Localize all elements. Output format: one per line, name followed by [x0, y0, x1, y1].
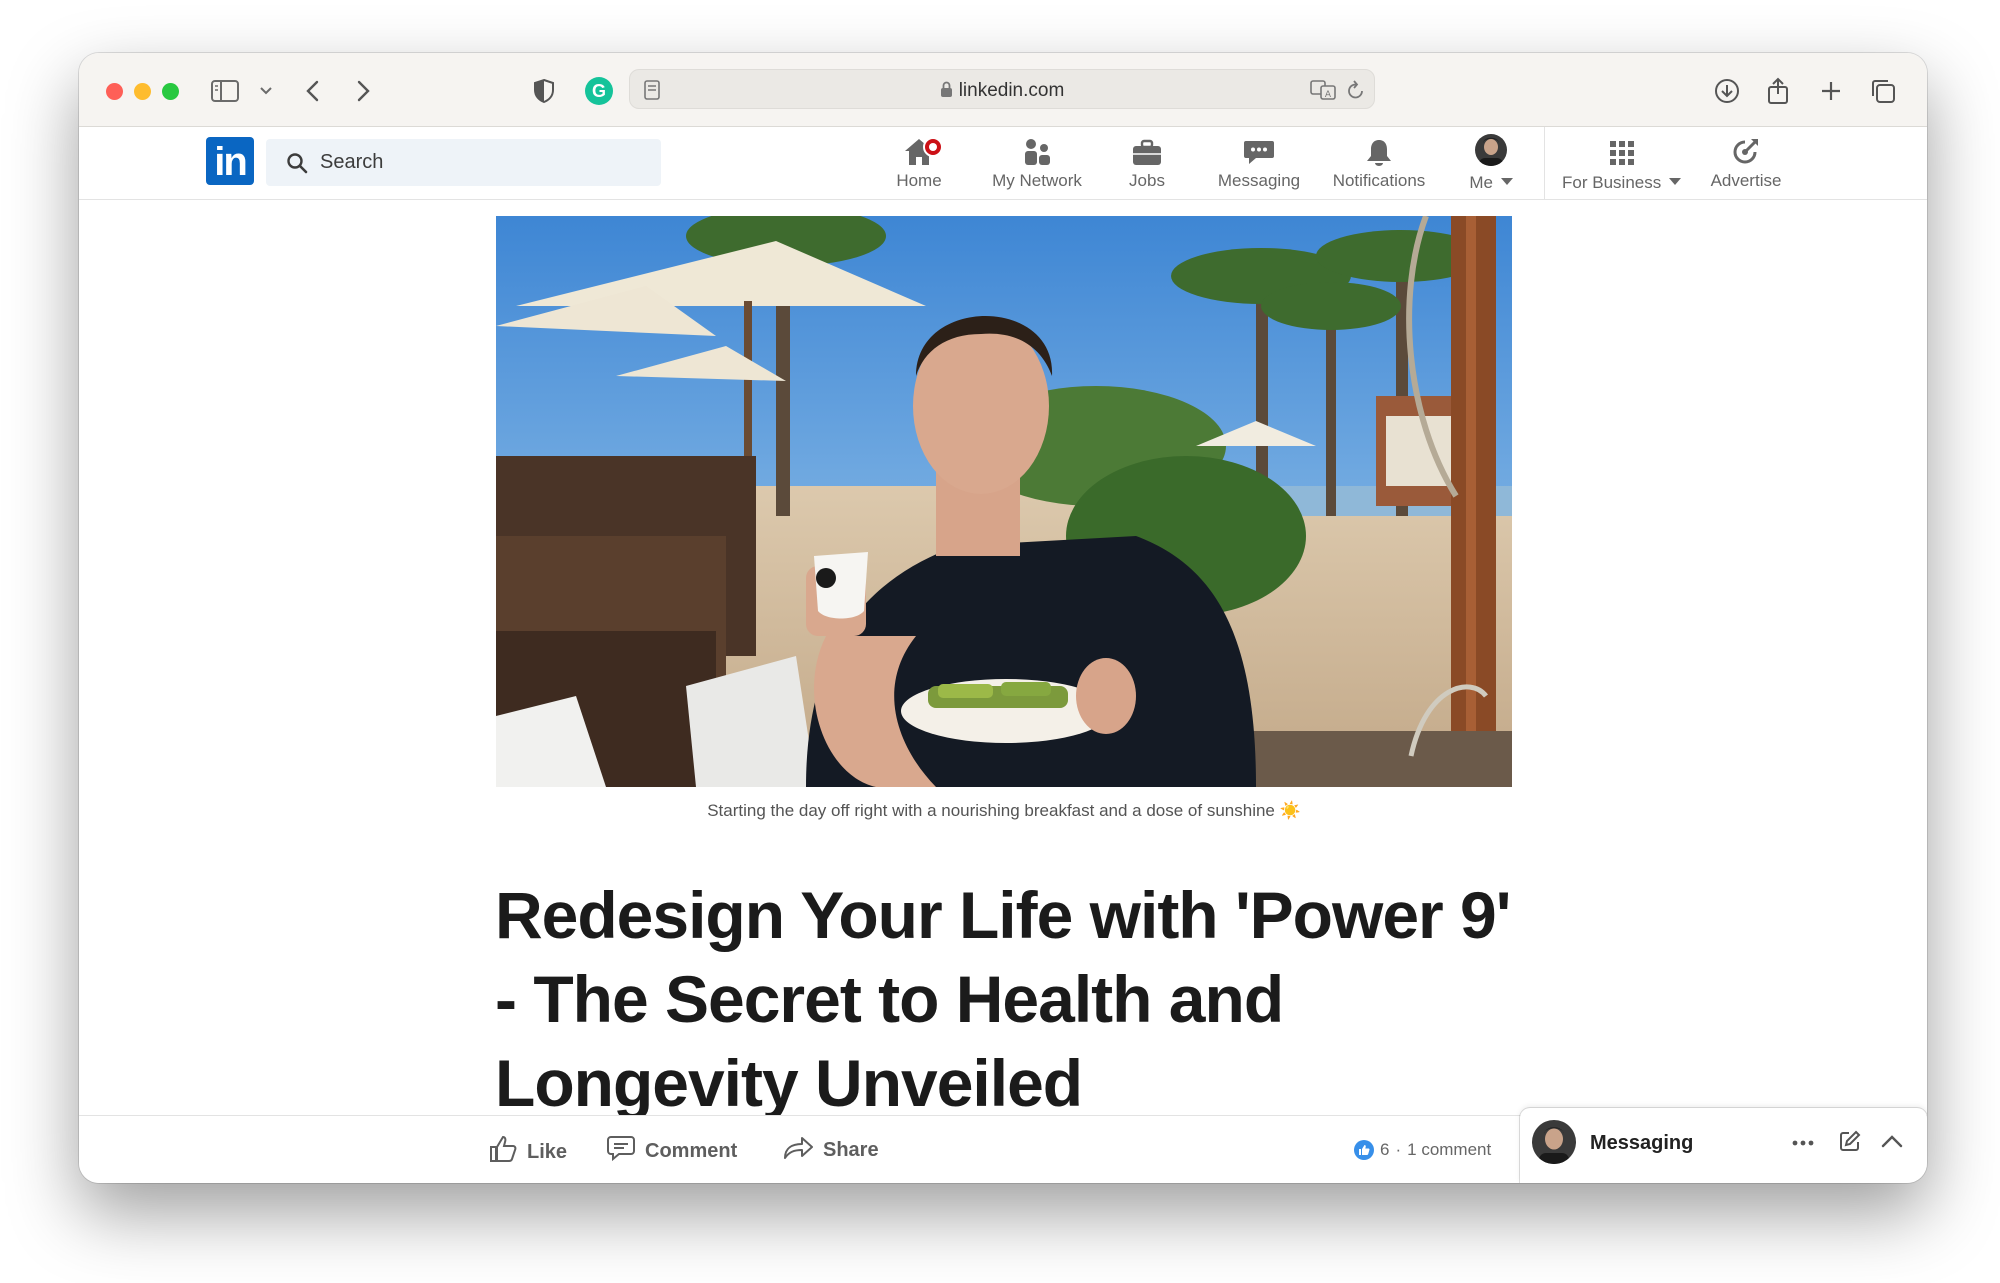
nav-messaging-label: Messaging [1217, 171, 1301, 190]
nav-home[interactable]: Home [884, 133, 954, 195]
nav-divider [1544, 127, 1545, 200]
messaging-overlay[interactable]: Messaging [1520, 1108, 1927, 1183]
article-title-line: Longevity Unveiled [495, 1046, 1083, 1120]
comment-button[interactable]: Comment [606, 1134, 737, 1168]
nav-me-label: Me [1461, 171, 1521, 193]
caret-down-icon [1500, 171, 1513, 191]
article-cover-photo [496, 216, 1512, 787]
article-title: Redesign Your Life with 'Power 9' - The … [495, 873, 1525, 1125]
messaging-icon [1214, 133, 1304, 167]
nav-me-text: Me [1469, 173, 1493, 192]
chevron-up-icon[interactable] [1881, 1134, 1903, 1153]
search-box[interactable] [266, 139, 661, 186]
zoom-window-button[interactable] [162, 83, 179, 100]
caret-down-icon [1668, 171, 1681, 191]
notification-badge [923, 137, 943, 157]
like-reaction-icon [1354, 1140, 1374, 1160]
linkedin-global-nav: in Home My Network Jobs [79, 127, 1927, 200]
browser-toolbar: G linkedin.com A [79, 53, 1927, 127]
nav-me[interactable]: Me [1461, 133, 1521, 195]
nav-notifications-label: Notifications [1332, 171, 1426, 190]
messaging-label: Messaging [1590, 1132, 1694, 1154]
nav-jobs[interactable]: Jobs [1117, 133, 1177, 195]
share-label: Share [823, 1138, 879, 1161]
advertise-icon [1701, 133, 1791, 167]
svg-text:A: A [1325, 90, 1332, 100]
back-icon[interactable] [305, 75, 319, 107]
minimize-window-button[interactable] [134, 83, 151, 100]
share-button[interactable]: Share [782, 1134, 879, 1166]
nav-home-label: Home [896, 171, 942, 190]
share-arrow-icon [782, 1134, 814, 1166]
article-title-line: - The Secret to Health and [495, 962, 1284, 1036]
nav-for-business-text: For Business [1562, 173, 1662, 192]
share-icon[interactable] [1767, 75, 1789, 107]
avatar [1461, 133, 1521, 167]
sidebar-toggle-icon[interactable] [211, 75, 239, 107]
new-tab-icon[interactable] [1820, 75, 1842, 107]
translate-icon[interactable]: A [1310, 79, 1336, 106]
nav-jobs-label: Jobs [1129, 171, 1165, 190]
nav-advertise-label: Advertise [1710, 171, 1782, 190]
thumbs-up-icon [488, 1134, 518, 1170]
article-title-line: Redesign Your Life with 'Power 9' [495, 878, 1511, 952]
downloads-icon[interactable] [1714, 75, 1740, 107]
address-bar[interactable]: linkedin.com A [629, 69, 1375, 109]
grid-icon [1559, 133, 1684, 167]
url-text: linkedin.com [958, 80, 1065, 101]
photo-caption: Starting the day off right with a nouris… [707, 801, 1301, 820]
linkedin-logo[interactable]: in [206, 137, 254, 185]
nav-advertise[interactable]: Advertise [1701, 133, 1791, 195]
forward-icon[interactable] [357, 75, 371, 107]
separator-dot: · [1395, 1140, 1402, 1159]
browser-window: G linkedin.com A in Search Home My Netwo… [79, 53, 1927, 1183]
nav-messaging[interactable]: Messaging [1214, 133, 1304, 195]
comment-icon [606, 1134, 636, 1168]
nav-notifications[interactable]: Notifications [1321, 133, 1437, 195]
nav-for-business[interactable]: For Business [1559, 133, 1684, 195]
nav-for-business-label: For Business [1559, 171, 1684, 193]
comment-count: 1 comment [1407, 1140, 1492, 1159]
search-input[interactable] [320, 139, 640, 186]
like-label: Like [527, 1140, 568, 1163]
svg-text:G: G [592, 81, 606, 101]
nav-my-network-label: My Network [992, 171, 1082, 190]
lock-icon [940, 81, 953, 104]
reaction-count: 6 [1380, 1140, 1390, 1159]
tab-overview-icon[interactable] [1870, 75, 1896, 107]
avatar [1532, 1120, 1576, 1164]
comment-label: Comment [645, 1139, 738, 1162]
home-icon [884, 133, 954, 167]
reload-icon[interactable] [1346, 79, 1366, 106]
more-options-icon[interactable] [1792, 1134, 1814, 1152]
briefcase-icon [1117, 133, 1177, 167]
privacy-shield-icon[interactable] [533, 75, 555, 107]
nav-my-network[interactable]: My Network [982, 133, 1092, 195]
linkedin-logo-text: in [214, 140, 248, 184]
close-window-button[interactable] [106, 83, 123, 100]
chevron-down-icon[interactable] [260, 75, 272, 107]
like-button[interactable]: Like [488, 1134, 567, 1170]
people-icon [982, 133, 1092, 167]
reactions-summary[interactable]: 6 · 1 comment [1354, 1140, 1491, 1160]
grammarly-extension-icon[interactable]: G [584, 75, 614, 107]
bell-icon [1321, 133, 1437, 167]
url-display[interactable]: linkedin.com [630, 80, 1374, 104]
compose-message-icon[interactable] [1839, 1130, 1861, 1157]
search-icon [286, 152, 308, 179]
